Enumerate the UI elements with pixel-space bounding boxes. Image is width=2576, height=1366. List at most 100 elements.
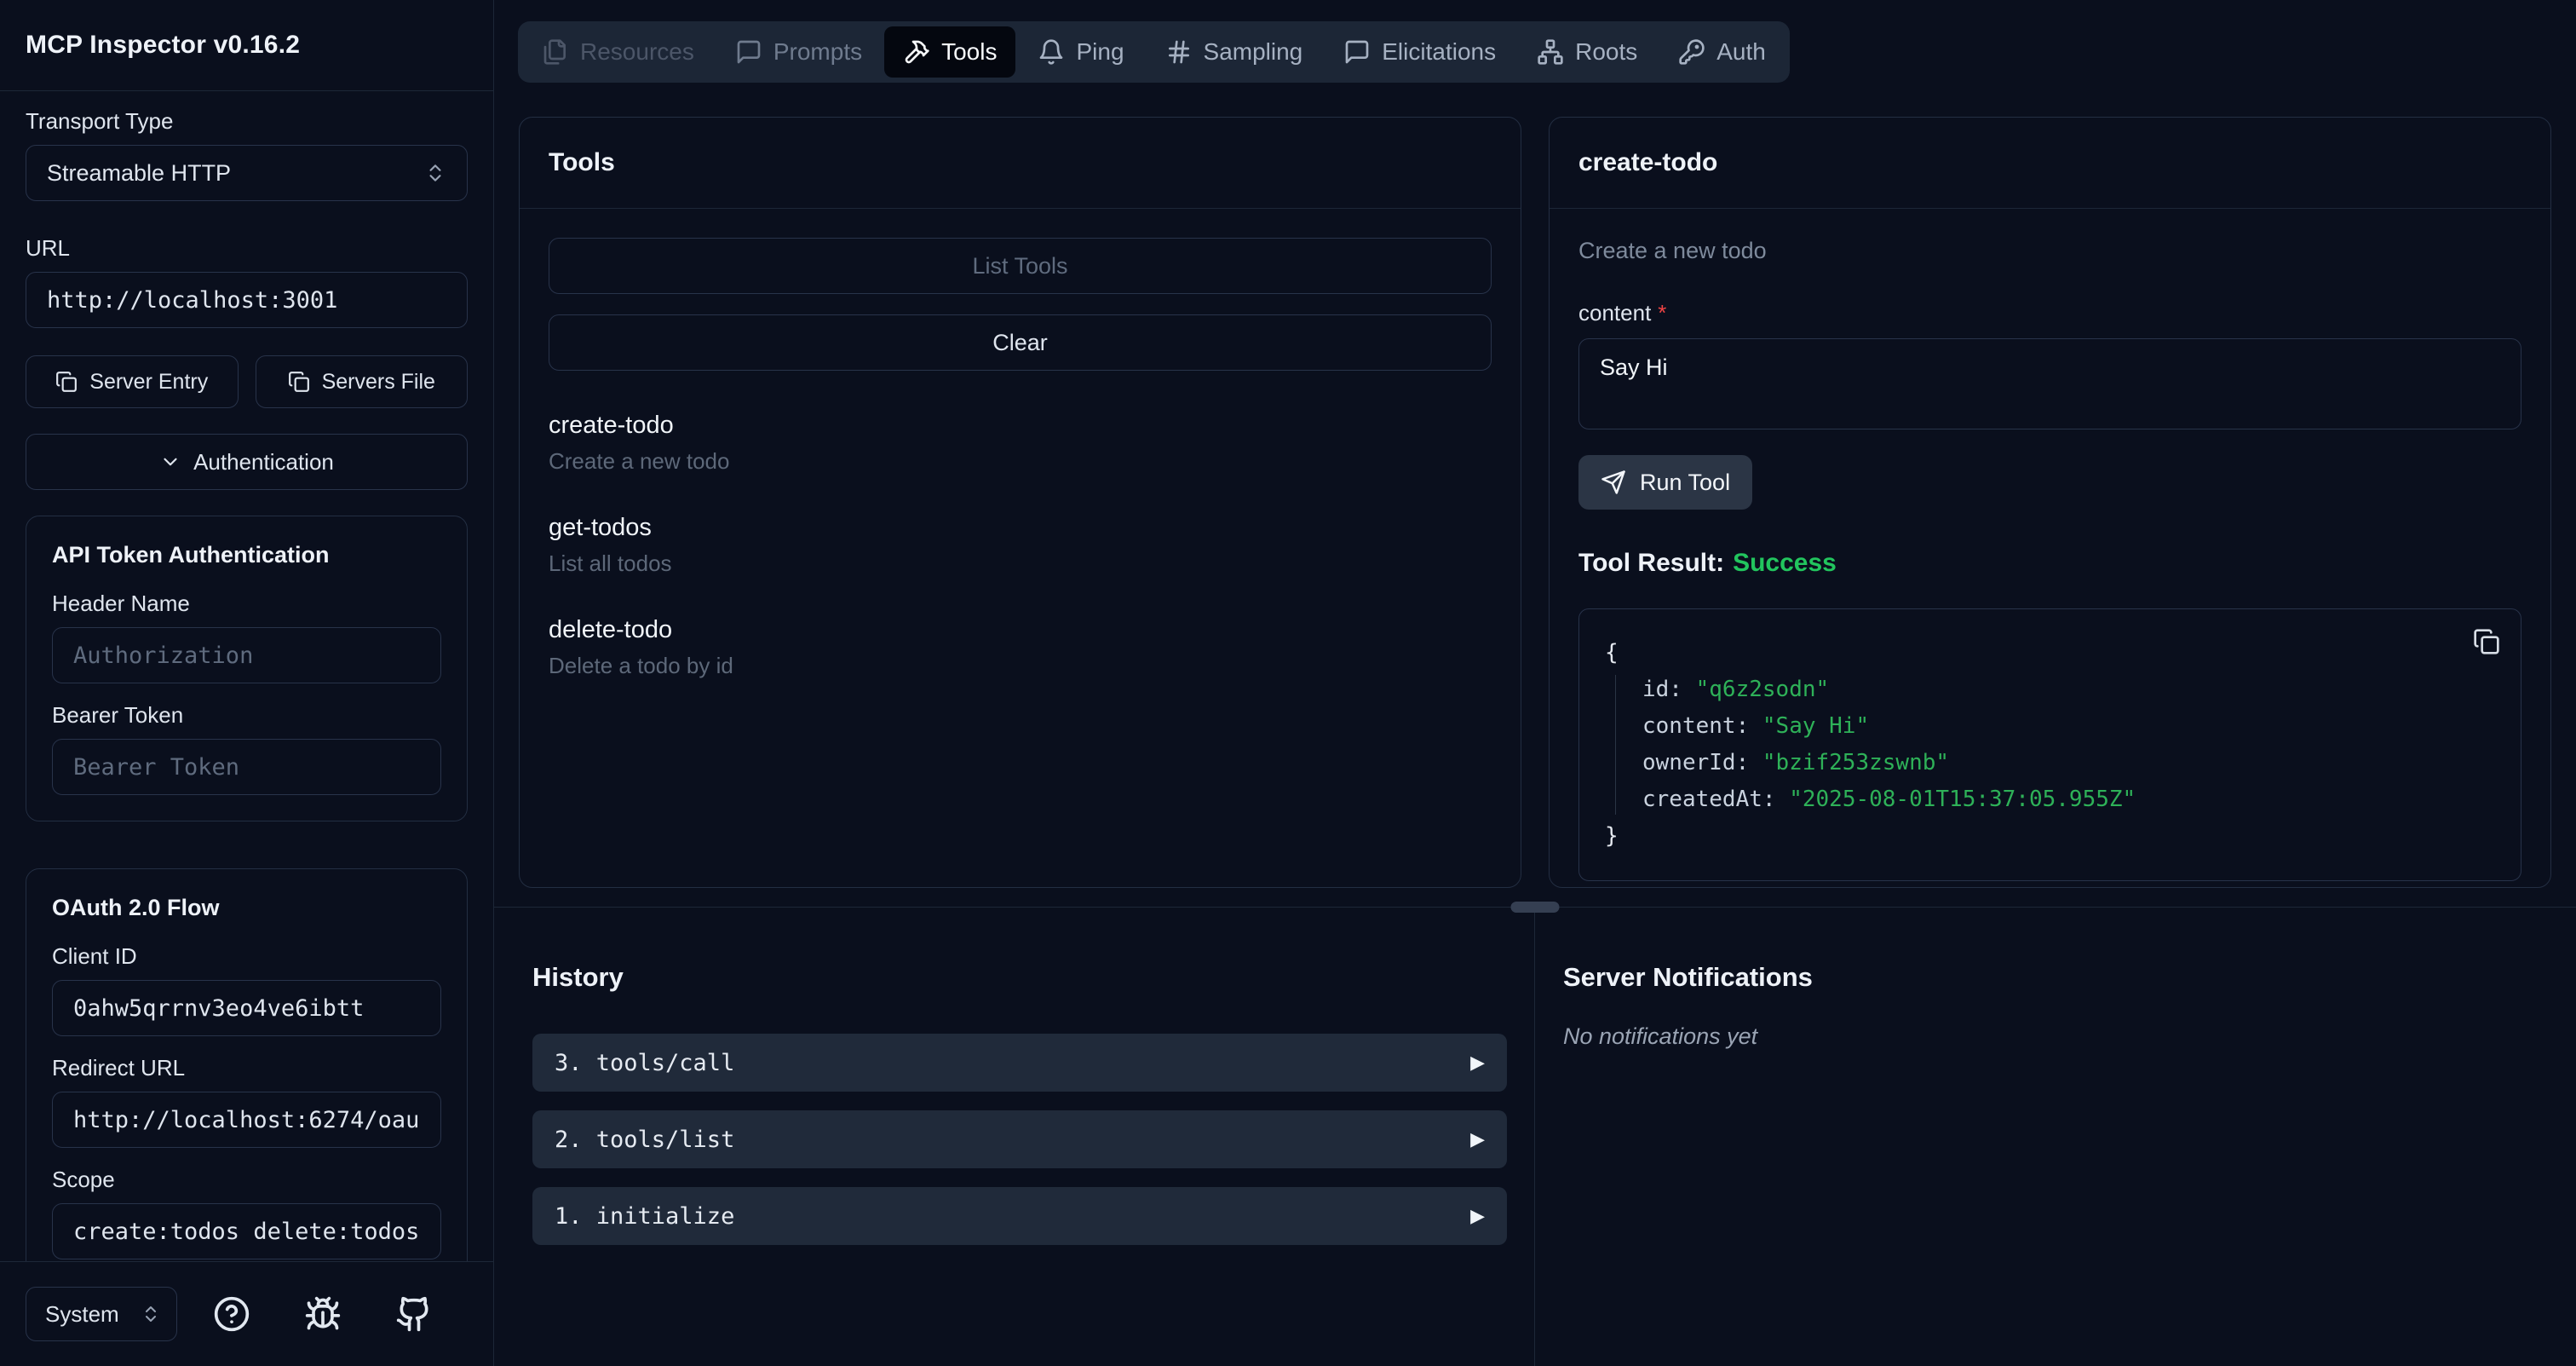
- tab-label: Roots: [1575, 38, 1637, 66]
- tab-auth[interactable]: Auth: [1659, 26, 1785, 78]
- json-key: content:: [1642, 713, 1749, 739]
- tool-detail-header: create-todo: [1550, 118, 2550, 209]
- tool-result-status: Success: [1733, 549, 1837, 577]
- servers-file-label: Servers File: [322, 370, 435, 395]
- tool-detail-description: Create a new todo: [1578, 238, 2521, 264]
- transport-type-select[interactable]: Streamable HTTP: [26, 145, 468, 201]
- client-id-input[interactable]: [52, 980, 441, 1036]
- url-input[interactable]: [26, 272, 468, 328]
- bug-icon: [304, 1295, 342, 1333]
- tool-description: Create a new todo: [549, 448, 1492, 475]
- chevrons-up-down-icon: [141, 1304, 161, 1324]
- tab-label: Auth: [1716, 38, 1766, 66]
- footer-icons: [177, 1295, 468, 1333]
- history-pane: History 3. tools/call ▶ 2. tools/list ▶ …: [494, 908, 1535, 1366]
- hash-icon: [1165, 38, 1193, 66]
- message-square-icon: [735, 38, 762, 66]
- header-name-label: Header Name: [52, 591, 441, 617]
- json-close-brace: }: [1605, 818, 2495, 855]
- copy-icon: [288, 371, 310, 393]
- tab-sampling[interactable]: Sampling: [1147, 26, 1322, 78]
- content-field-label: content: [1578, 300, 1651, 326]
- history-row-label: 1. initialize: [555, 1203, 734, 1230]
- json-value: "bzif253zswnb": [1762, 750, 1949, 775]
- tab-label: Tools: [941, 38, 997, 66]
- history-row-initialize[interactable]: 1. initialize ▶: [532, 1187, 1507, 1245]
- content-field-label-row: content *: [1578, 300, 2521, 326]
- tool-result-label: Tool Result:: [1578, 549, 1724, 577]
- authentication-toggle-label: Authentication: [193, 449, 334, 476]
- list-tools-label: List Tools: [972, 253, 1067, 280]
- bell-icon: [1038, 38, 1065, 66]
- json-value: "2025-08-01T15:37:05.955Z": [1789, 787, 2136, 812]
- history-row-label: 2. tools/list: [555, 1127, 734, 1153]
- json-entry: content: "Say Hi": [1642, 708, 2495, 745]
- help-button[interactable]: [213, 1295, 250, 1333]
- redirect-url-input[interactable]: [52, 1092, 441, 1148]
- json-entry: createdAt: "2025-08-01T15:37:05.955Z": [1642, 781, 2495, 818]
- tool-name: create-todo: [549, 412, 1492, 440]
- tab-label: Prompts: [773, 38, 862, 66]
- json-key: id:: [1642, 677, 1682, 702]
- servers-file-button[interactable]: Servers File: [256, 355, 469, 408]
- server-entry-button[interactable]: Server Entry: [26, 355, 239, 408]
- key-icon: [1678, 38, 1705, 66]
- bearer-token-input[interactable]: [52, 739, 441, 795]
- theme-select-value: System: [45, 1301, 119, 1328]
- notifications-empty-message: No notifications yet: [1563, 1023, 2576, 1050]
- resize-handle[interactable]: [1511, 902, 1560, 913]
- panels-row: Tools List Tools Clear create-todo Creat…: [494, 83, 2576, 888]
- tools-panel: Tools List Tools Clear create-todo Creat…: [519, 117, 1521, 888]
- tab-label: Elicitations: [1382, 38, 1496, 66]
- json-entry: ownerId: "bzif253zswnb": [1642, 745, 2495, 781]
- tabbar-row: Resources Prompts Tools Ping Sampling El…: [494, 0, 2576, 83]
- json-entries: id: "q6z2sodn" content: "Say Hi" ownerId…: [1605, 671, 2495, 818]
- content-field-input[interactable]: Say Hi: [1578, 338, 2521, 429]
- network-icon: [1537, 38, 1564, 66]
- tab-label: Sampling: [1204, 38, 1303, 66]
- chevron-down-icon: [159, 451, 181, 473]
- json-key: createdAt:: [1642, 787, 1776, 812]
- tool-list-item-delete-todo[interactable]: delete-todo Delete a todo by id: [549, 616, 1492, 679]
- theme-select[interactable]: System: [26, 1287, 177, 1341]
- tool-result-line: Tool Result: Success: [1578, 549, 2521, 578]
- help-circle-icon: [213, 1295, 250, 1333]
- server-notifications-pane: Server Notifications No notifications ye…: [1535, 908, 2576, 1366]
- list-tools-button[interactable]: List Tools: [549, 238, 1492, 294]
- clear-button[interactable]: Clear: [549, 314, 1492, 371]
- server-notifications-title: Server Notifications: [1563, 962, 2576, 993]
- tab-roots[interactable]: Roots: [1518, 26, 1656, 78]
- required-marker: *: [1658, 300, 1666, 326]
- json-entry: id: "q6z2sodn": [1642, 671, 2495, 708]
- tab-ping[interactable]: Ping: [1019, 26, 1142, 78]
- json-open-brace: {: [1605, 635, 2495, 671]
- json-value: "Say Hi": [1762, 713, 1869, 739]
- copy-icon: [2473, 628, 2500, 655]
- copy-result-button[interactable]: [2473, 628, 2500, 655]
- tool-list-item-get-todos[interactable]: get-todos List all todos: [549, 514, 1492, 577]
- debug-button[interactable]: [304, 1295, 342, 1333]
- scope-input[interactable]: [52, 1203, 441, 1259]
- tool-list-item-create-todo[interactable]: create-todo Create a new todo: [549, 412, 1492, 475]
- bearer-token-label: Bearer Token: [52, 702, 441, 729]
- app-title: MCP Inspector v0.16.2: [26, 31, 300, 60]
- tool-detail-panel: create-todo Create a new todo content * S…: [1549, 117, 2551, 888]
- history-row-tools-call[interactable]: 3. tools/call ▶: [532, 1034, 1507, 1092]
- tab-prompts[interactable]: Prompts: [716, 26, 881, 78]
- tool-name: get-todos: [549, 514, 1492, 542]
- url-label: URL: [26, 235, 468, 262]
- json-key: ownerId:: [1642, 750, 1749, 775]
- run-tool-button[interactable]: Run Tool: [1578, 455, 1752, 510]
- github-button[interactable]: [395, 1295, 433, 1333]
- tool-description: List all todos: [549, 550, 1492, 577]
- tab-resources[interactable]: Resources: [523, 26, 713, 78]
- history-row-tools-list[interactable]: 2. tools/list ▶: [532, 1110, 1507, 1168]
- tab-tools[interactable]: Tools: [884, 26, 1015, 78]
- authentication-toggle[interactable]: Authentication: [26, 434, 468, 490]
- tabbar: Resources Prompts Tools Ping Sampling El…: [518, 21, 1790, 83]
- tab-elicitations[interactable]: Elicitations: [1325, 26, 1515, 78]
- header-name-input[interactable]: [52, 627, 441, 683]
- message-square-icon: [1343, 38, 1371, 66]
- tool-detail-title: create-todo: [1578, 148, 2521, 177]
- chevrons-up-down-icon: [424, 162, 446, 184]
